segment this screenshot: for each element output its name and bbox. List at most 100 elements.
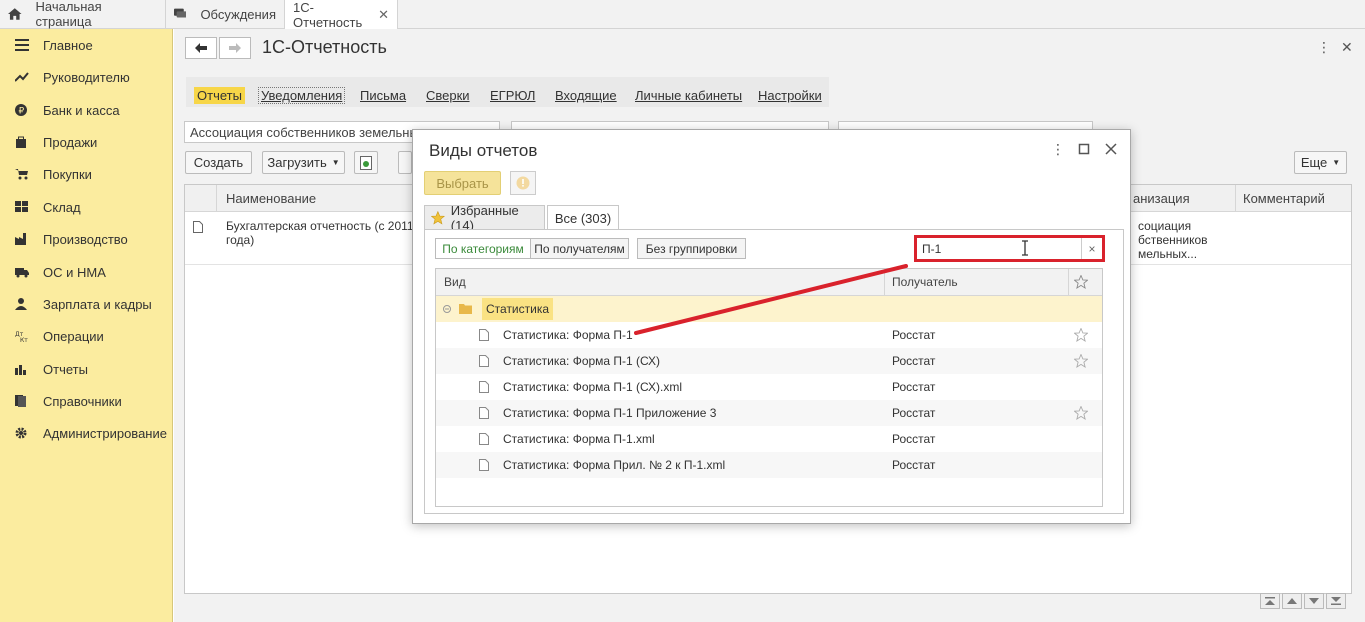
arrow-left-icon xyxy=(195,43,207,53)
star-outline-icon[interactable] xyxy=(1074,406,1088,420)
load-button[interactable]: Загрузить ▼ xyxy=(262,151,345,174)
back-button[interactable] xyxy=(185,37,217,59)
report-kind: Статистика: Форма П-1 Приложение 3 xyxy=(503,406,717,420)
scroll-first-button[interactable] xyxy=(1260,593,1280,609)
search-input[interactable] xyxy=(922,241,1072,257)
coin-icon: ₽ xyxy=(15,104,27,117)
collapse-icon[interactable] xyxy=(443,305,451,313)
sidebar-item-label: Производство xyxy=(43,231,128,247)
link-letters[interactable]: Письма xyxy=(360,88,406,103)
search-clear-button[interactable]: × xyxy=(1081,238,1102,259)
more-options-icon[interactable]: ⋮ xyxy=(1051,141,1065,157)
boxes-icon xyxy=(15,201,28,212)
list-item[interactable]: Статистика: Форма П-1.xml Росстат xyxy=(436,426,1102,452)
star-outline-icon[interactable] xyxy=(1074,328,1088,342)
scroll-up-button[interactable] xyxy=(1282,593,1302,609)
sidebar-item-production[interactable]: Производство xyxy=(0,225,173,253)
scroll-down-button[interactable] xyxy=(1304,593,1324,609)
list-item[interactable]: Статистика: Форма Прил. № 2 к П-1.xml Ро… xyxy=(436,452,1102,478)
close-icon[interactable]: ✕ xyxy=(378,7,389,23)
group-by-category-button[interactable]: По категориям xyxy=(435,238,531,259)
scroll-last-button[interactable] xyxy=(1326,593,1346,609)
document-icon xyxy=(479,433,489,445)
more-button[interactable]: Еще ▼ xyxy=(1294,151,1347,174)
group-by-recipient-button[interactable]: По получателям xyxy=(530,238,629,259)
no-grouping-button[interactable]: Без группировки xyxy=(637,238,746,259)
bar-chart-icon xyxy=(15,365,26,375)
list-item[interactable]: Статистика: Форма П-1 Приложение 3 Росст… xyxy=(436,400,1102,426)
forward-button[interactable] xyxy=(219,37,251,59)
sidebar-item-manager[interactable]: Руководителю xyxy=(0,63,173,91)
home-icon xyxy=(8,8,22,20)
load-button-label: Загрузить xyxy=(267,155,327,170)
more-options-icon[interactable]: ⋮ xyxy=(1317,39,1331,56)
link-incoming[interactable]: Входящие xyxy=(555,88,617,103)
list-item[interactable]: Статистика: Форма П-1 (СХ) Росстат xyxy=(436,348,1102,374)
link-settings[interactable]: Настройки xyxy=(758,88,822,103)
column-kind-header[interactable]: Вид xyxy=(444,275,466,289)
sidebar-item-sales[interactable]: Продажи xyxy=(0,128,173,156)
sidebar-item-catalogs[interactable]: Справочники xyxy=(0,387,173,415)
star-filled-icon xyxy=(431,210,445,225)
tab-all[interactable]: Все (303) xyxy=(547,205,619,231)
gear-icon xyxy=(15,427,27,439)
tab-favorites[interactable]: Избранные (14) xyxy=(424,202,545,233)
report-kind: Статистика: Форма П-1 xyxy=(503,328,633,342)
row-name-line1: Бухгалтерская отчетность (с 2011 xyxy=(226,219,414,233)
row-org-line1: социация xyxy=(1138,219,1192,233)
sidebar-item-admin[interactable]: Администрирование xyxy=(0,419,173,447)
select-button[interactable]: Выбрать xyxy=(424,171,501,195)
sidebar-item-purchases[interactable]: Покупки xyxy=(0,160,173,188)
sidebar-item-warehouse[interactable]: Склад xyxy=(0,193,173,221)
sidebar-item-operations[interactable]: Дт Кт Операции xyxy=(0,322,173,350)
sidebar-item-label: Администрирование xyxy=(43,425,167,441)
sidebar-item-label: Банк и касса xyxy=(43,102,120,118)
close-icon[interactable]: ✕ xyxy=(1341,39,1353,56)
group-row[interactable]: Статистика xyxy=(436,296,1102,322)
sidebar-item-payroll[interactable]: Зарплата и кадры xyxy=(0,290,173,318)
dropdown-arrow-icon: ▼ xyxy=(331,158,340,167)
column-comment-header[interactable]: Комментарий xyxy=(1243,191,1325,206)
toolbar-button-partial[interactable] xyxy=(398,151,412,174)
document-icon xyxy=(479,355,489,367)
sidebar-item-label: Продажи xyxy=(43,134,98,150)
column-recipient-header[interactable]: Получатель xyxy=(892,275,958,289)
star-column-icon[interactable] xyxy=(1074,275,1088,289)
link-reconciliations[interactable]: Сверки xyxy=(426,88,470,103)
folder-icon xyxy=(459,304,472,314)
create-button[interactable]: Создать xyxy=(185,151,252,174)
column-org-header[interactable]: анизация xyxy=(1133,191,1190,206)
svg-text:₽: ₽ xyxy=(19,107,25,117)
list-item[interactable]: Статистика: Форма П-1 (СХ).xml Росстат xyxy=(436,374,1102,400)
arrow-right-icon xyxy=(229,43,241,53)
report-types-table: Вид Получатель Статистика Статистика: Фо… xyxy=(435,268,1103,507)
sidebar-item-main[interactable]: Главное xyxy=(0,31,173,59)
row-org-line2: бственников xyxy=(1138,233,1208,247)
sidebar-item-fixed-assets[interactable]: ОС и НМА xyxy=(0,258,173,286)
truck-icon xyxy=(15,268,29,278)
column-name-header[interactable]: Наименование xyxy=(226,191,316,206)
link-notifications[interactable]: Уведомления xyxy=(258,87,346,104)
link-reports[interactable]: Отчеты xyxy=(194,87,245,104)
factory-icon xyxy=(15,233,26,245)
info-button[interactable] xyxy=(510,171,536,195)
tab-discussions[interactable]: Обсуждения xyxy=(166,0,285,28)
dialog-title: Виды отчетов xyxy=(429,141,538,160)
link-personal-cabinets[interactable]: Личные кабинеты xyxy=(635,88,742,103)
star-outline-icon[interactable] xyxy=(1074,354,1088,368)
document-icon xyxy=(193,221,203,233)
link-egrul[interactable]: ЕГРЮЛ xyxy=(490,88,535,103)
maximize-icon[interactable] xyxy=(1078,143,1090,155)
sidebar-item-reports[interactable]: Отчеты xyxy=(0,355,173,383)
sidebar-item-label: Главное xyxy=(43,37,93,53)
tab-home[interactable]: Начальная страница xyxy=(0,0,166,29)
tab-1c-reporting[interactable]: 1С-Отчетность ✕ xyxy=(285,0,398,30)
tab-favorites-label: Избранные (14) xyxy=(450,202,519,233)
export-button[interactable] xyxy=(354,151,378,174)
list-item[interactable]: Статистика: Форма П-1 Росстат xyxy=(436,322,1102,348)
section-links: Отчеты Уведомления Письма Сверки ЕГРЮЛ В… xyxy=(186,77,829,107)
sidebar-item-bank[interactable]: ₽ Банк и касса xyxy=(0,96,173,124)
sidebar-item-label: Операции xyxy=(43,328,104,344)
close-icon[interactable] xyxy=(1105,143,1117,155)
report-recipient: Росстат xyxy=(892,354,936,368)
